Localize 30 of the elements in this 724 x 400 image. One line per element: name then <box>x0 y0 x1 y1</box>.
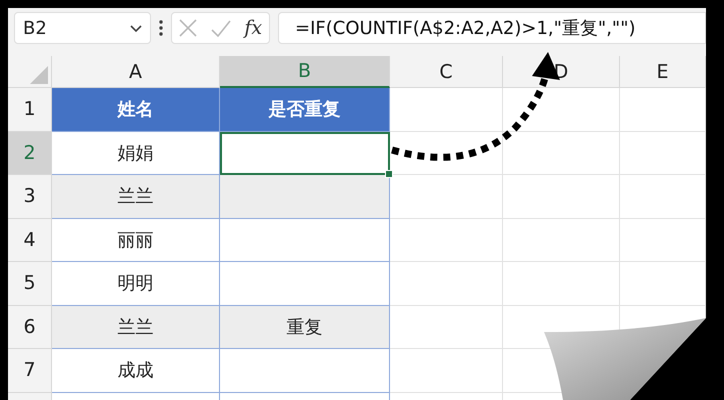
table-cell: 兰兰 <box>52 306 220 349</box>
row-header[interactable]: 6 <box>8 306 52 349</box>
name-box[interactable]: B2 <box>14 12 151 44</box>
column-header[interactable]: B <box>220 56 390 88</box>
column-title: 姓名 <box>52 88 220 132</box>
more-options-icon[interactable] <box>159 20 163 36</box>
table-cell: 重复 <box>220 306 390 349</box>
cell-reference: B2 <box>23 18 47 38</box>
row-header[interactable]: 5 <box>8 262 52 306</box>
column-header[interactable]: C <box>390 56 503 88</box>
table-cell: 丽丽 <box>52 218 220 262</box>
table-cell: 娟娟 <box>52 132 220 175</box>
formula-field[interactable]: =IF(COUNTIF(A$2:A2,A2)>1,"重复","") <box>278 12 706 44</box>
table-cell: 成成 <box>52 349 220 392</box>
column-header[interactable]: E <box>620 56 706 88</box>
check-icon[interactable] <box>210 20 231 36</box>
active-cell[interactable] <box>220 132 390 175</box>
row-header[interactable]: 4 <box>8 218 52 262</box>
triangle-icon <box>30 66 48 84</box>
column-title: 是否重复 <box>220 88 390 132</box>
insert-function-button[interactable]: fx <box>244 17 262 39</box>
table-cell: 兰兰 <box>52 175 220 218</box>
row-header[interactable]: 7 <box>8 349 52 392</box>
row-header[interactable]: 2 <box>8 132 52 175</box>
fill-handle[interactable] <box>385 170 393 178</box>
row-header[interactable]: 1 <box>8 88 52 132</box>
chevron-down-icon[interactable] <box>130 24 142 32</box>
row-header[interactable]: 3 <box>8 175 52 218</box>
table-cell: 明明 <box>52 262 220 306</box>
column-header[interactable]: A <box>52 56 220 88</box>
